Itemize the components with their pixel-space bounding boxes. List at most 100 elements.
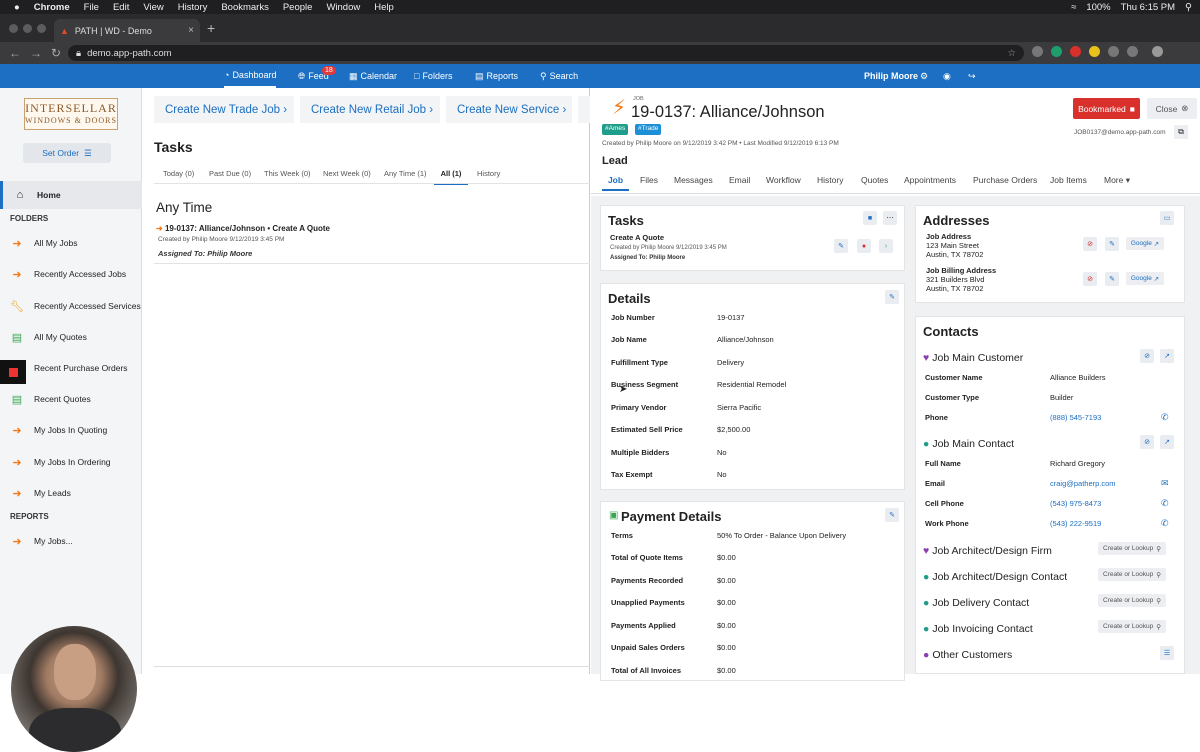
task-title[interactable]: Create A Quote [610, 233, 664, 242]
tab-job-items[interactable]: Job Items [1050, 175, 1087, 185]
chevron-right-icon[interactable]: › [879, 239, 893, 253]
settings-gear-icon[interactable]: ⚙ [920, 64, 928, 88]
tag-badge[interactable]: #Trade [635, 124, 662, 135]
filter-past-due[interactable]: Past Due (0) [209, 169, 251, 178]
more-options-icon[interactable]: ⋯ [883, 211, 897, 225]
nav-dashboard[interactable]: ◔ Dashboard [224, 64, 277, 88]
menu-window[interactable]: Window [326, 2, 360, 13]
tab-workflow[interactable]: Workflow [766, 175, 801, 185]
apple-icon[interactable]: ● [14, 2, 20, 13]
profile-avatar[interactable] [1152, 46, 1163, 57]
unlink-icon[interactable]: ⊘ [1140, 435, 1154, 449]
task-item[interactable]: ➜ 19-0137: Alliance/Johnson • Create A Q… [156, 224, 330, 233]
phone-icon[interactable]: ✆ [1161, 498, 1169, 509]
create-or-lookup-button[interactable]: Create or Lookup ⚲ [1098, 620, 1166, 633]
nav-search[interactable]: ⚲ Search [540, 64, 578, 88]
close-button[interactable]: Close ⊗ [1147, 98, 1197, 119]
filter-next-week[interactable]: Next Week (0) [323, 169, 371, 178]
battery-label[interactable]: 100% [1086, 2, 1110, 13]
create-more-button[interactable] [578, 96, 590, 123]
sidebar-item-recent-jobs[interactable]: ➜ Recently Accessed Jobs [0, 260, 142, 288]
delete-icon[interactable]: ⊘ [1083, 272, 1097, 286]
extension-icon[interactable] [1070, 46, 1081, 57]
nav-calendar[interactable]: ▦ Calendar [349, 64, 397, 88]
email-link[interactable]: craig@patherp.com [1050, 479, 1116, 488]
menu-edit[interactable]: Edit [113, 2, 129, 13]
menu-help[interactable]: Help [374, 2, 394, 13]
nav-feed[interactable]: 🌐︎ Feed 18 [298, 64, 336, 88]
delete-icon[interactable]: ● [857, 239, 871, 253]
bookmark-star-icon[interactable]: ☆ [1007, 48, 1016, 59]
tab-more[interactable]: More ▾ [1104, 175, 1130, 186]
add-task-icon[interactable]: ■ [863, 211, 877, 225]
unlink-icon[interactable]: ⊘ [1140, 349, 1154, 363]
tag-badge[interactable]: #Ames [602, 124, 629, 135]
extension-icon[interactable] [1032, 46, 1043, 57]
edit-pencil-icon[interactable]: ✎ [834, 239, 848, 253]
phone-link[interactable]: (888) 545-7193 [1050, 413, 1101, 422]
phone-icon[interactable]: ✆ [1161, 518, 1169, 529]
filter-this-week[interactable]: This Week (0) [264, 169, 311, 178]
menu-history[interactable]: History [178, 2, 208, 13]
clock[interactable]: Thu 6:15 PM [1121, 2, 1175, 13]
user-menu[interactable]: Philip Moore [864, 64, 918, 88]
nav-reports[interactable]: ▤ Reports [475, 64, 518, 88]
sidebar-item-jobs-ordering[interactable]: ➜ My Jobs In Ordering [0, 448, 142, 476]
phone-link[interactable]: (543) 975-8473 [1050, 499, 1101, 508]
copy-icon[interactable]: ⧉ [1174, 125, 1188, 139]
map-icon[interactable]: ▭ [1160, 211, 1174, 225]
extension-icon[interactable] [1051, 46, 1062, 57]
create-or-lookup-button[interactable]: Create or Lookup ⚲ [1098, 568, 1166, 581]
delete-icon[interactable]: ⊘ [1083, 237, 1097, 251]
tab-files[interactable]: Files [640, 175, 658, 185]
tab-appointments[interactable]: Appointments [904, 175, 956, 185]
wifi-icon[interactable]: ≈ [1071, 2, 1076, 13]
google-maps-button[interactable]: Google ↗ [1126, 237, 1164, 250]
spotlight-icon[interactable]: ⚲ [1185, 2, 1192, 13]
create-trade-job-button[interactable]: Create New Trade Job › [154, 96, 294, 123]
edit-pencil-icon[interactable]: ✎ [1105, 272, 1119, 286]
menu-view[interactable]: View [143, 2, 163, 13]
filter-history[interactable]: History [477, 169, 500, 178]
sidebar-item-all-quotes[interactable]: ▤ All My Quotes [0, 323, 142, 351]
tab-job[interactable]: Job [602, 175, 629, 191]
window-minimize-icon[interactable] [23, 24, 32, 33]
sidebar-item-report[interactable]: ➜ My Jobs... [0, 527, 142, 555]
reload-icon[interactable]: ↻ [51, 46, 61, 60]
create-or-lookup-button[interactable]: Create or Lookup ⚲ [1098, 594, 1166, 607]
tab-messages[interactable]: Messages [674, 175, 713, 185]
tab-close-icon[interactable]: × [188, 25, 194, 36]
menu-file[interactable]: File [84, 2, 99, 13]
tab-email[interactable]: Email [729, 175, 750, 185]
window-close-icon[interactable] [9, 24, 18, 33]
set-order-button[interactable]: Set Order ☰ [23, 143, 111, 163]
extension-icon[interactable] [1089, 46, 1100, 57]
chat-icon[interactable]: ◉ [943, 64, 951, 88]
phone-link[interactable]: (543) 222-9519 [1050, 519, 1101, 528]
email-icon[interactable]: ✉ [1161, 478, 1169, 489]
edit-pencil-icon[interactable]: ✎ [1105, 237, 1119, 251]
new-tab-icon[interactable]: + [207, 20, 215, 36]
sidebar-item-recent-quotes[interactable]: ▤ Recent Quotes [0, 385, 142, 413]
nav-folders[interactable]: □ Folders [414, 64, 452, 88]
sidebar-item-my-leads[interactable]: ➜ My Leads [0, 479, 142, 507]
forward-icon[interactable]: → [30, 46, 42, 60]
menu-bookmarks[interactable]: Bookmarks [221, 2, 269, 13]
tab-purchase-orders[interactable]: Purchase Orders [973, 175, 1037, 185]
open-icon[interactable]: ↗ [1160, 435, 1174, 449]
tab-quotes[interactable]: Quotes [861, 175, 888, 185]
menu-chrome[interactable]: Chrome [34, 2, 70, 13]
filter-any-time[interactable]: Any Time (1) [384, 169, 427, 178]
back-icon[interactable]: ← [9, 46, 21, 60]
create-or-lookup-button[interactable]: Create or Lookup ⚲ [1098, 542, 1166, 555]
open-icon[interactable]: ↗ [1160, 349, 1174, 363]
phone-icon[interactable]: ✆ [1161, 412, 1169, 423]
edit-pencil-icon[interactable]: ✎ [885, 508, 899, 522]
tab-history[interactable]: History [817, 175, 843, 185]
menu-people[interactable]: People [283, 2, 313, 13]
address-bar[interactable]: 🔒︎ demo.app-path.com ☆ [68, 45, 1024, 61]
job-email[interactable]: JOB0137@demo.app-path.com [1074, 129, 1166, 136]
sidebar-item-all-my-jobs[interactable]: ➜ All My Jobs [0, 229, 142, 257]
bookmarked-button[interactable]: Bookmarked ■ [1073, 98, 1140, 119]
google-maps-button[interactable]: Google ↗ [1126, 272, 1164, 285]
